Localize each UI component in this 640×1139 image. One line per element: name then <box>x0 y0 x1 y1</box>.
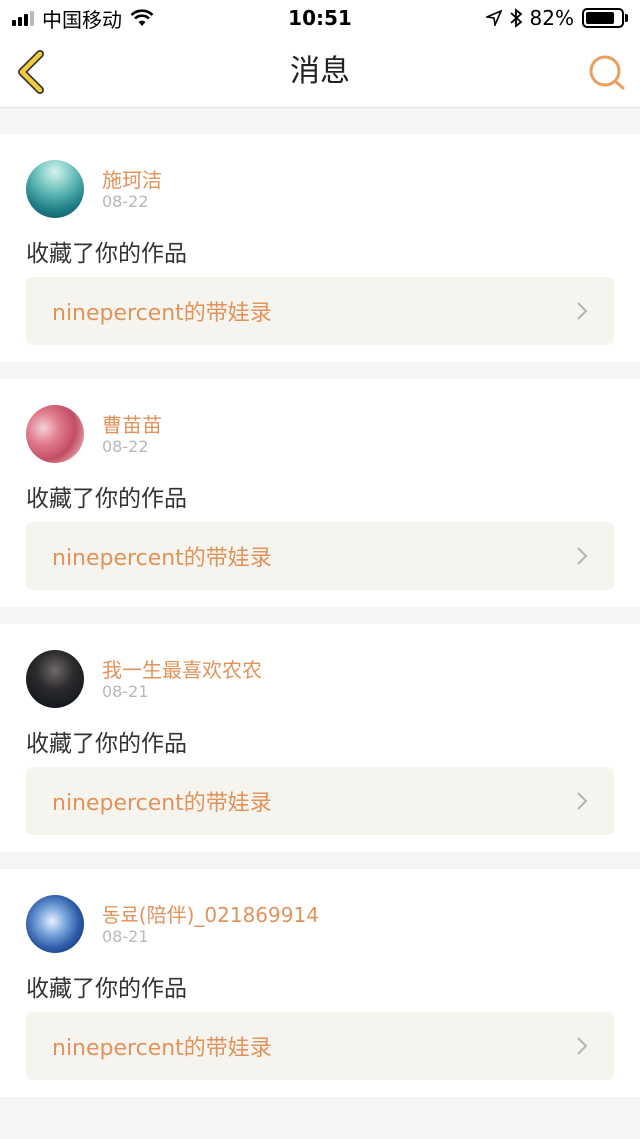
work-link[interactable]: ninepercent的带娃录 <box>26 277 614 345</box>
work-title: ninepercent的带娃录 <box>52 791 272 816</box>
avatar[interactable] <box>26 895 84 953</box>
avatar[interactable] <box>26 650 84 708</box>
status-right: 82% <box>485 6 628 30</box>
message-card: 施珂洁 08-22 收藏了你的作品 ninepercent的带娃录 <box>0 134 640 362</box>
user-name[interactable]: 我一生最喜欢农农 <box>102 654 262 683</box>
avatar[interactable] <box>26 160 84 218</box>
battery-percent: 82% <box>529 6 574 30</box>
work-link[interactable]: ninepercent的带娃录 <box>26 1012 614 1080</box>
work-title: ninepercent的带娃录 <box>52 1036 272 1061</box>
message-text: 收藏了你的作品 <box>26 731 187 757</box>
user-name[interactable]: 曹苗苗 <box>102 409 162 438</box>
nav-bar: 消息 <box>0 36 640 108</box>
message-card: 我一生最喜欢农农 08-21 收藏了你的作品 ninepercent的带娃录 <box>0 624 640 852</box>
message-text: 收藏了你的作品 <box>26 486 187 512</box>
message-text: 收藏了你的作品 <box>26 241 187 267</box>
location-arrow-icon <box>485 10 502 26</box>
user-name[interactable]: 施珂洁 <box>102 164 162 193</box>
message-date: 08-22 <box>102 192 149 211</box>
search-icon[interactable] <box>588 54 626 92</box>
bluetooth-icon <box>509 8 522 28</box>
chevron-right-icon <box>577 792 588 810</box>
message-text: 收藏了你的作品 <box>26 976 187 1002</box>
work-link[interactable]: ninepercent的带娃录 <box>26 767 614 835</box>
status-time: 10:51 <box>288 6 352 30</box>
signal-icon <box>12 10 34 26</box>
work-title: ninepercent的带娃录 <box>52 301 272 326</box>
user-name[interactable]: 동료(陪伴)_021869914 <box>102 899 319 928</box>
chevron-right-icon <box>577 547 588 565</box>
chevron-right-icon <box>577 1037 588 1055</box>
message-card: 동료(陪伴)_021869914 08-21 收藏了你的作品 nineperce… <box>0 869 640 1097</box>
work-title: ninepercent的带娃录 <box>52 546 272 571</box>
work-link[interactable]: ninepercent的带娃录 <box>26 522 614 590</box>
message-date: 08-22 <box>102 437 149 456</box>
message-date: 08-21 <box>102 682 149 701</box>
chevron-right-icon <box>577 302 588 320</box>
wifi-icon <box>130 9 154 26</box>
battery-icon <box>582 8 628 28</box>
carrier-label: 中国移动 <box>42 7 122 32</box>
status-left: 中国移动 <box>12 4 154 33</box>
avatar[interactable] <box>26 405 84 463</box>
page-title: 消息 <box>290 54 350 89</box>
status-bar: 中国移动 10:51 82% <box>0 0 640 36</box>
message-date: 08-21 <box>102 927 149 946</box>
message-card: 曹苗苗 08-22 收藏了你的作品 ninepercent的带娃录 <box>0 379 640 607</box>
